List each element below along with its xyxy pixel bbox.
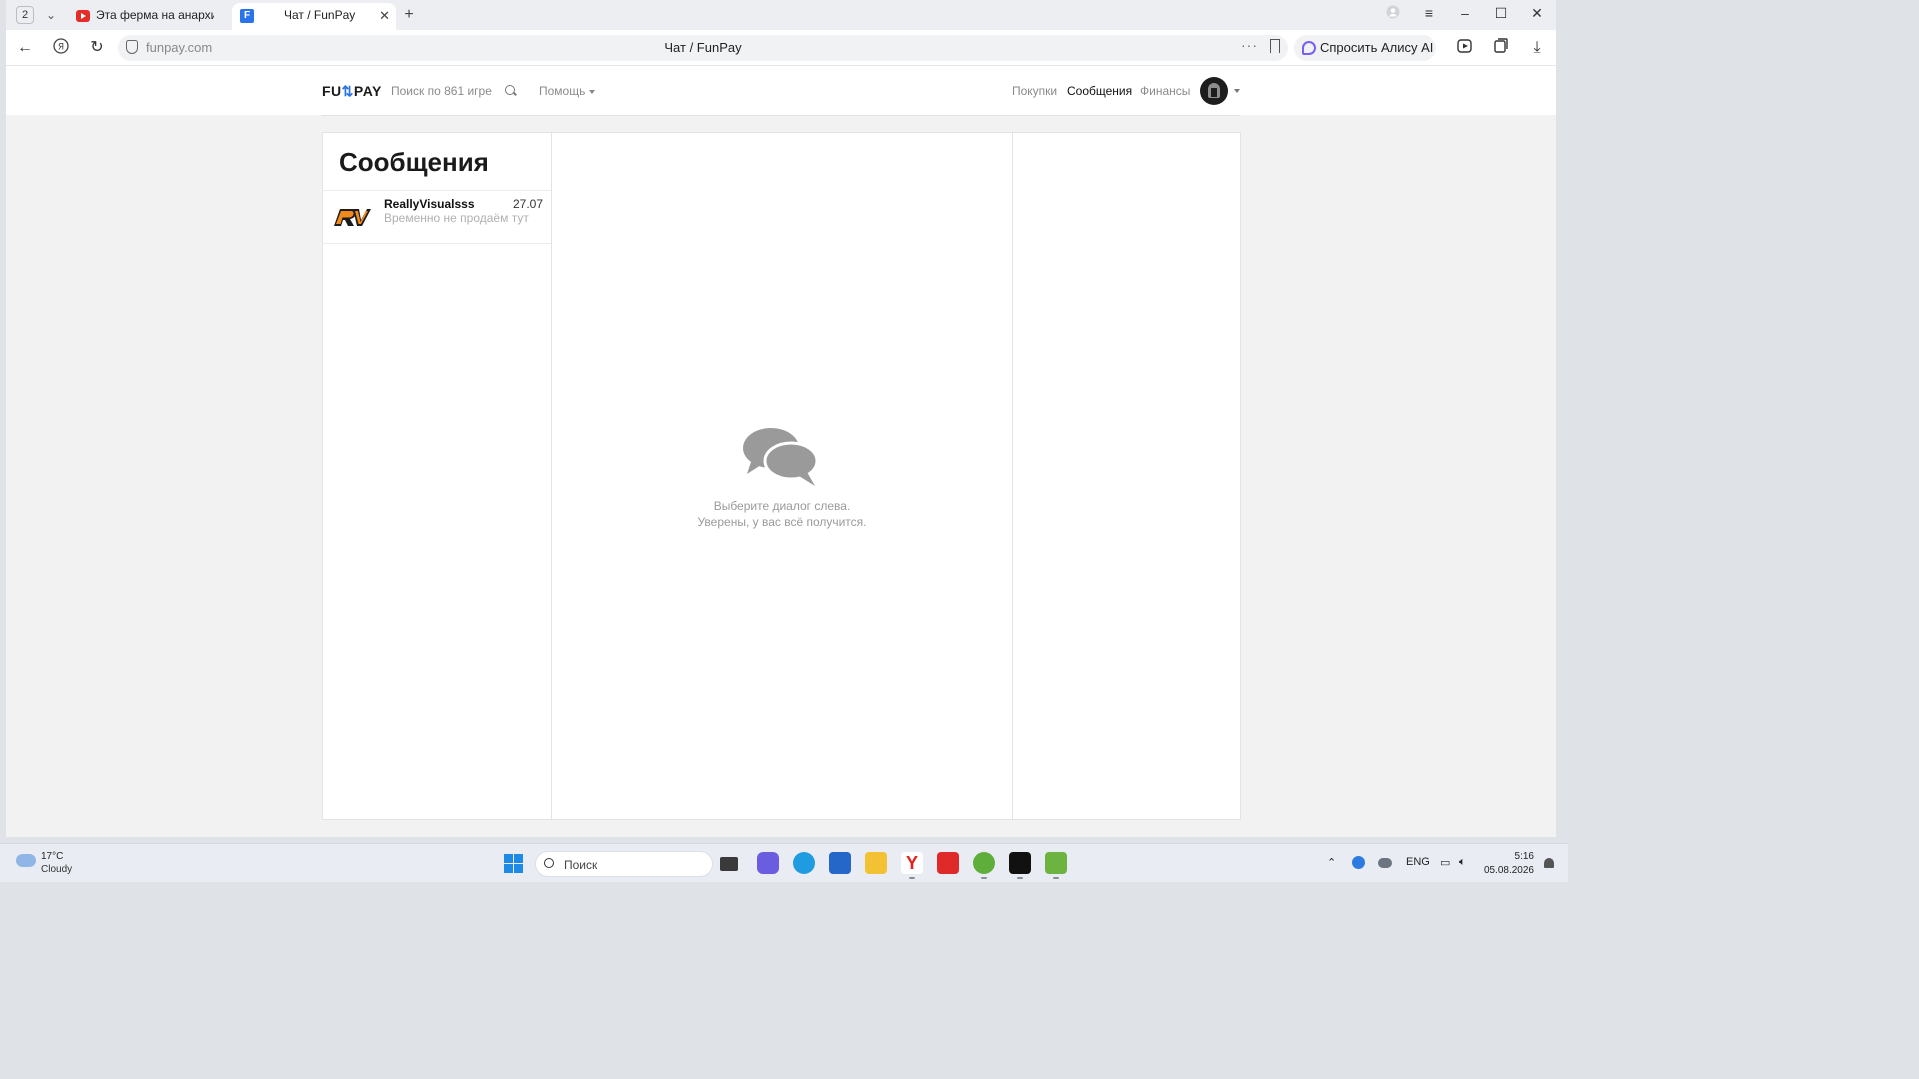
empty-dialog-hint: Выберите диалог слева. Уверены, у вас вс… <box>552 498 1012 530</box>
omnibox[interactable]: funpay.com Чат / FunPay ··· <box>118 35 1288 61</box>
logo-text-left: FU <box>322 83 342 99</box>
contact-avatar <box>331 199 371 235</box>
search-icon[interactable] <box>505 85 515 95</box>
menu-icon[interactable]: ≡ <box>1419 5 1439 21</box>
youtube-icon <box>76 10 90 22</box>
wps-office-icon[interactable] <box>937 852 959 874</box>
new-tab-plus-icon[interactable]: + <box>400 6 418 24</box>
input-language[interactable]: ENG <box>1406 856 1430 868</box>
ask-alice-button[interactable]: Спросить Алису AI <box>1294 35 1436 61</box>
tray-app-icon[interactable] <box>1352 856 1365 869</box>
download-icon[interactable]: ⤓ <box>1527 38 1547 58</box>
contact-item[interactable]: ReallyVisualsss 27.07 Временно не продаё… <box>323 190 551 244</box>
media-play-icon[interactable] <box>1456 38 1476 58</box>
caret-down-icon <box>589 89 596 94</box>
alice-icon <box>1302 41 1316 55</box>
file-explorer-icon[interactable] <box>865 852 887 874</box>
maximize-icon[interactable]: ☐ <box>1491 5 1511 22</box>
minecraft-launcher-icon[interactable] <box>1045 852 1067 879</box>
weather-condition[interactable]: Cloudy <box>41 864 72 875</box>
header-divider <box>322 115 1240 116</box>
reload-icon[interactable]: ↻ <box>87 38 107 58</box>
minimize-icon[interactable]: – <box>1455 5 1475 21</box>
network-icon[interactable]: ▭ <box>1440 856 1450 869</box>
edge-browser-icon[interactable] <box>793 852 815 874</box>
yandex-home-icon[interactable]: Я <box>51 38 71 58</box>
nav-purchases[interactable]: Покупки <box>1012 84 1057 98</box>
chat-bubbles-icon <box>743 428 819 486</box>
logo-text-right: PAY <box>353 83 382 99</box>
ask-alice-label: Спросить Алису AI <box>1320 40 1434 55</box>
notification-bell-icon[interactable] <box>1544 858 1554 868</box>
profile-icon[interactable] <box>1383 5 1403 22</box>
nav-finances[interactable]: Финансы <box>1140 84 1190 98</box>
close-window-icon[interactable]: ✕ <box>1527 5 1547 22</box>
onedrive-cloud-icon[interactable] <box>1378 858 1392 868</box>
cloud-icon[interactable] <box>16 854 36 867</box>
contact-message-preview: Временно не продаём тут <box>384 211 529 225</box>
yandex-browser-icon[interactable]: Y <box>901 852 923 879</box>
taskbar-search-input[interactable]: Поиск <box>535 851 713 877</box>
store-icon[interactable] <box>829 852 851 874</box>
clock-date[interactable]: 05.08.2026 <box>1484 865 1534 876</box>
clock-time[interactable]: 5:16 <box>1515 851 1534 862</box>
tab-list-chevron-icon[interactable]: ⌄ <box>42 6 60 24</box>
help-dropdown[interactable]: Помощь <box>539 84 596 98</box>
taskbar-search-placeholder: Поиск <box>564 858 598 872</box>
close-tab-icon[interactable]: ✕ <box>379 3 390 28</box>
search-icon <box>544 858 554 868</box>
desktop: 2 ⌄ Эта ферма на анархии ст F Чат / FunP… <box>0 0 1568 882</box>
tab-youtube[interactable]: Эта ферма на анархии ст <box>72 3 228 30</box>
contact-date: 27.07 <box>512 197 543 211</box>
chat-app-icon[interactable] <box>757 852 779 874</box>
taskbar: 17°C Cloudy Поиск Y ⌃ ENG ▭ 🔈︎ 5:16 05.0… <box>0 843 1568 882</box>
user-avatar[interactable] <box>1200 77 1228 105</box>
chat-panel: Сообщения ReallyVisualsss 27.07 Временно… <box>322 132 1241 820</box>
tab-title: Чат / FunPay <box>284 8 356 22</box>
tab-bar: 2 ⌄ Эта ферма на анархии ст F Чат / FunP… <box>6 0 1556 30</box>
funpay-logo[interactable]: FU⇅PAY <box>322 83 382 100</box>
nav-messages[interactable]: Сообщения <box>1067 84 1132 98</box>
tab-title: Эта ферма на анархии ст <box>96 8 214 22</box>
game-search-input[interactable]: Поиск по 861 игре <box>391 84 492 98</box>
site-header: FU⇅PAY Поиск по 861 игре Помощь Покупки … <box>6 67 1556 115</box>
page-title-text: Чат / FunPay <box>664 40 742 55</box>
svg-text:Я: Я <box>58 43 64 53</box>
tray-chevron-up-icon[interactable]: ⌃ <box>1327 856 1336 869</box>
tab-funpay-chat[interactable]: F Чат / FunPay ✕ <box>232 3 396 30</box>
empty-hint-line-1: Выберите диалог слева. <box>713 499 851 513</box>
browser-window: 2 ⌄ Эта ферма на анархии ст F Чат / FunP… <box>6 0 1556 837</box>
address-bar: ← Я ↻ funpay.com Чат / FunPay ··· Спроси… <box>6 30 1556 66</box>
page-content: FU⇅PAY Поиск по 861 игре Помощь Покупки … <box>6 67 1556 837</box>
back-arrow-icon[interactable]: ← <box>15 38 35 58</box>
task-view-icon[interactable] <box>720 857 738 871</box>
collections-icon[interactable] <box>1491 38 1511 58</box>
messages-heading: Сообщения <box>339 147 489 177</box>
help-label: Помощь <box>539 84 586 98</box>
bookmark-icon[interactable] <box>1270 39 1280 53</box>
contact-name: ReallyVisualsss <box>384 197 475 211</box>
tab-count-badge[interactable]: 2 <box>16 6 34 24</box>
chat-dialog-column: Выберите диалог слева. Уверены, у вас вс… <box>552 133 1013 819</box>
more-dots-icon[interactable]: ··· <box>1241 37 1258 53</box>
logo-arrow-icon: ⇅ <box>341 83 354 99</box>
avatar-caret-down-icon[interactable] <box>1234 89 1240 93</box>
terminal-app-icon[interactable] <box>1009 852 1031 879</box>
utorrent-icon[interactable] <box>973 852 995 879</box>
weather-temperature[interactable]: 17°C <box>41 851 63 862</box>
funpay-favicon-icon: F <box>240 9 254 23</box>
empty-hint-line-2: Уверены, у вас всё получится. <box>697 515 867 529</box>
windows-start-icon[interactable] <box>504 854 523 873</box>
volume-icon[interactable]: 🔈︎ <box>1459 856 1466 869</box>
contact-list-column: Сообщения ReallyVisualsss 27.07 Временно… <box>323 133 552 819</box>
